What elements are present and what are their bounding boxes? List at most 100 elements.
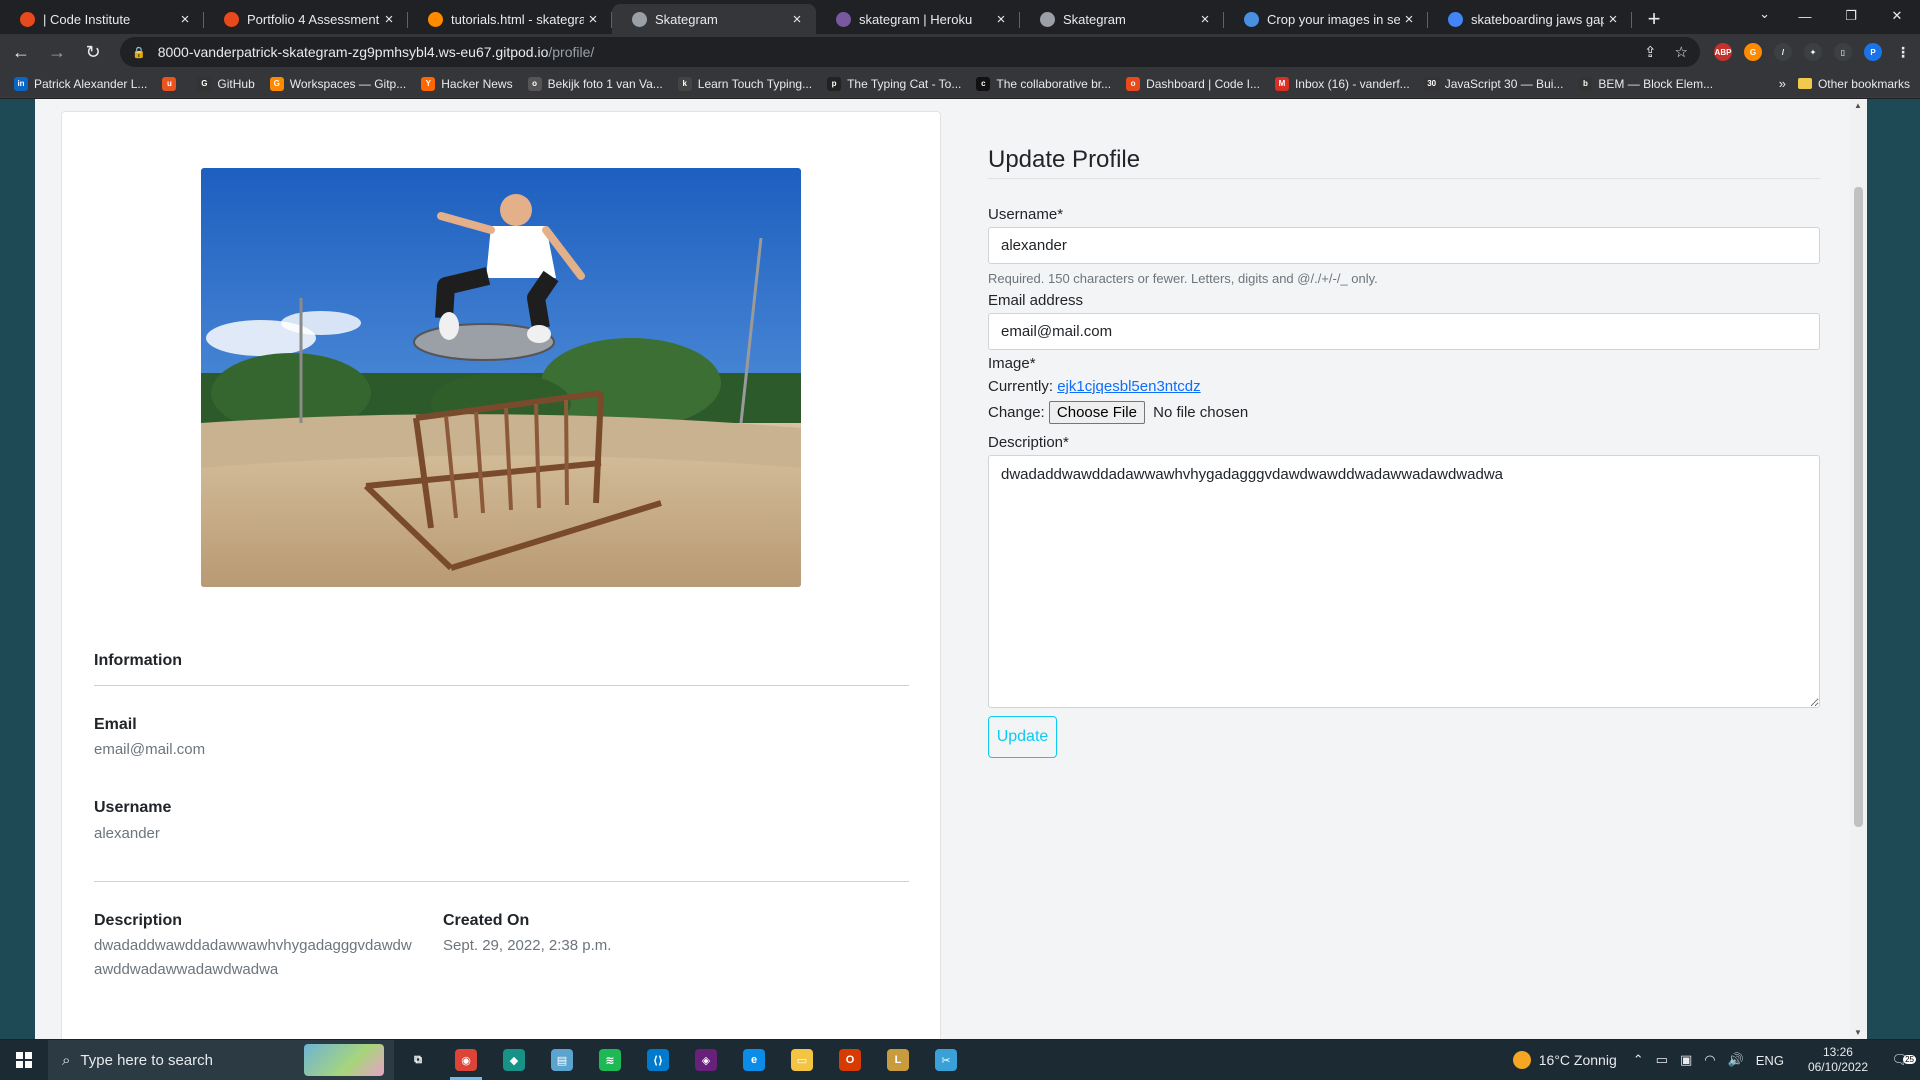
description-textarea[interactable]: dwadaddwawddadawwawhvhygadagggvdawdwawdd…: [988, 455, 1820, 708]
side-panel-icon[interactable]: ▯: [1834, 43, 1852, 61]
browser-tab[interactable]: Portfolio 4 Assessment Gu×: [204, 4, 408, 34]
taskbar-app[interactable]: ▤: [538, 1040, 586, 1080]
current-image-row: Currently: ejk1cjqesbl5en3ntcdz: [988, 378, 1201, 395]
taskbar-app[interactable]: ⟨⟩: [634, 1040, 682, 1080]
browser-tab[interactable]: Crop your images in secon×: [1224, 4, 1428, 34]
weather-widget[interactable]: 16°C Zonnig: [1512, 1051, 1617, 1069]
bookmark-item[interactable]: 30 JavaScript 30 — Bui...: [1424, 76, 1563, 91]
notification-center[interactable]: 🗨 25: [1880, 1052, 1920, 1068]
battery-icon[interactable]: ▭: [1656, 1052, 1668, 1068]
display-icon[interactable]: ▣: [1680, 1052, 1692, 1068]
browser-tab[interactable]: | Code Institute ×: [0, 4, 204, 34]
forward-icon[interactable]: →: [42, 37, 72, 67]
bookmark-item[interactable]: G Workspaces — Gitp...: [269, 76, 406, 91]
bookmark-list: in Patrick Alexander L... u G GitHub G Workspa…: [14, 76, 1728, 91]
email-input[interactable]: [988, 313, 1820, 350]
taskbar-app[interactable]: ◆: [490, 1040, 538, 1080]
taskbar-app[interactable]: e: [730, 1040, 778, 1080]
taskbar-app[interactable]: ◉: [442, 1040, 490, 1080]
folder-icon: [1797, 78, 1812, 89]
start-button[interactable]: [0, 1040, 48, 1080]
taskbar-search[interactable]: ⌕ Type here to search: [48, 1040, 394, 1080]
bookmark-star-icon[interactable]: ☆: [1675, 43, 1688, 61]
search-icon: ⌕: [62, 1051, 71, 1069]
bookmark-item[interactable]: o Dashboard | Code I...: [1126, 76, 1260, 91]
update-button[interactable]: Update: [988, 716, 1057, 758]
scroll-down-icon[interactable]: ▼: [1854, 1028, 1862, 1037]
close-tab-icon[interactable]: ×: [788, 11, 806, 28]
close-tab-icon[interactable]: ×: [1604, 11, 1622, 28]
taskbar-app[interactable]: ◈: [682, 1040, 730, 1080]
close-tab-icon[interactable]: ×: [992, 11, 1010, 28]
bookmark-item[interactable]: G GitHub: [197, 76, 255, 91]
menu-icon[interactable]: ⋮: [1894, 43, 1912, 61]
js30-icon: 30: [1424, 76, 1439, 91]
scrollbar-thumb[interactable]: [1854, 187, 1863, 827]
close-window-icon[interactable]: ✕: [1874, 0, 1920, 32]
bookmark-item[interactable]: in Patrick Alexander L...: [14, 76, 147, 91]
volume-icon[interactable]: 🔊: [1728, 1052, 1744, 1068]
clock-date: 06/10/2022: [1807, 1060, 1868, 1074]
taskbar-app[interactable]: ⧉: [394, 1040, 442, 1080]
language-indicator[interactable]: ENG: [1756, 1053, 1784, 1068]
taskbar-app[interactable]: ✂: [922, 1040, 970, 1080]
browser-tab[interactable]: Skategram ×: [612, 4, 816, 34]
page-scrollbar[interactable]: ▲ ▼: [1850, 99, 1867, 1039]
bookmark-item[interactable]: k Learn Touch Typing...: [677, 76, 812, 91]
new-tab-button[interactable]: +: [1638, 4, 1670, 34]
bookmark-item[interactable]: p The Typing Cat - To...: [827, 76, 961, 91]
taskbar-app[interactable]: ≋: [586, 1040, 634, 1080]
browser-tab[interactable]: skateboarding jaws gappin×: [1428, 4, 1632, 34]
clock[interactable]: 13:26 06/10/2022: [1808, 1045, 1868, 1075]
taskbar-app[interactable]: ▭: [778, 1040, 826, 1080]
close-tab-icon[interactable]: ×: [584, 11, 602, 28]
more-bookmarks-icon[interactable]: »: [1779, 76, 1786, 91]
minimize-icon[interactable]: —: [1782, 0, 1828, 32]
adblock-icon[interactable]: ABP: [1714, 43, 1732, 61]
address-bar[interactable]: 🔒 8000-vanderpatrick-skategram-zg9pmhsyb…: [120, 37, 1700, 67]
clock-time: 13:26: [1822, 1045, 1853, 1059]
other-bookmarks[interactable]: Other bookmarks: [1797, 76, 1910, 91]
bookmark-item[interactable]: b BEM — Block Elem...: [1578, 76, 1713, 91]
back-icon[interactable]: ←: [6, 37, 36, 67]
close-tab-icon[interactable]: ×: [380, 11, 398, 28]
extension-icon[interactable]: /: [1774, 43, 1792, 61]
bookmark-label: GitHub: [217, 76, 255, 91]
taskbar-app[interactable]: L: [874, 1040, 922, 1080]
google-icon: [1448, 11, 1463, 27]
close-tab-icon[interactable]: ×: [1196, 11, 1214, 28]
browser-tab[interactable]: skategram | Heroku ×: [816, 4, 1020, 34]
scroll-up-icon[interactable]: ▲: [1854, 101, 1862, 110]
chevron-up-icon[interactable]: ⌃: [1633, 1052, 1644, 1068]
reload-icon[interactable]: ↻: [78, 37, 108, 67]
bookmark-item[interactable]: o Bekijk foto 1 van Va...: [527, 76, 663, 91]
username-label: Username: [94, 799, 172, 816]
wifi-icon[interactable]: ◠: [1704, 1052, 1715, 1068]
gitpod-extension-icon[interactable]: G: [1744, 43, 1762, 61]
bookmark-item[interactable]: Y Hacker News: [421, 76, 513, 91]
current-image-link[interactable]: ejk1cjqesbl5en3ntcdz: [1057, 378, 1200, 395]
username-input[interactable]: [988, 227, 1820, 264]
puzzle-icon[interactable]: ✦: [1804, 43, 1822, 61]
bookmark-item[interactable]: c The collaborative br...: [976, 76, 1111, 91]
search-placeholder: Type here to search: [80, 1051, 213, 1069]
username-value: alexander: [94, 825, 160, 842]
close-tab-icon[interactable]: ×: [1400, 11, 1418, 28]
choose-file-button[interactable]: Choose File: [1048, 401, 1145, 424]
gitpod-icon: G: [269, 76, 284, 91]
browser-tabstrip: | Code Institute × Portfolio 4 Assessment …: [0, 0, 1920, 34]
profile-avatar[interactable]: P: [1864, 43, 1882, 61]
created-on-label: Created On: [443, 912, 530, 929]
restore-icon[interactable]: ❐: [1828, 0, 1874, 32]
notification-badge: 25: [1903, 1055, 1916, 1064]
close-tab-icon[interactable]: ×: [176, 11, 194, 28]
bookmark-item[interactable]: u: [162, 76, 182, 91]
taskbar-app[interactable]: O: [826, 1040, 874, 1080]
tab-search-icon[interactable]: ⌄: [1759, 6, 1770, 22]
browser-tab[interactable]: tutorials.html - skategram ×: [408, 4, 612, 34]
browser-tab[interactable]: Skategram ×: [1020, 4, 1224, 34]
bookmark-item[interactable]: M Inbox (16) - vanderf...: [1274, 76, 1410, 91]
share-icon[interactable]: ⇪: [1644, 43, 1657, 61]
other-bookmarks-label: Other bookmarks: [1817, 76, 1910, 91]
username-field-label: Username*: [988, 206, 1064, 223]
